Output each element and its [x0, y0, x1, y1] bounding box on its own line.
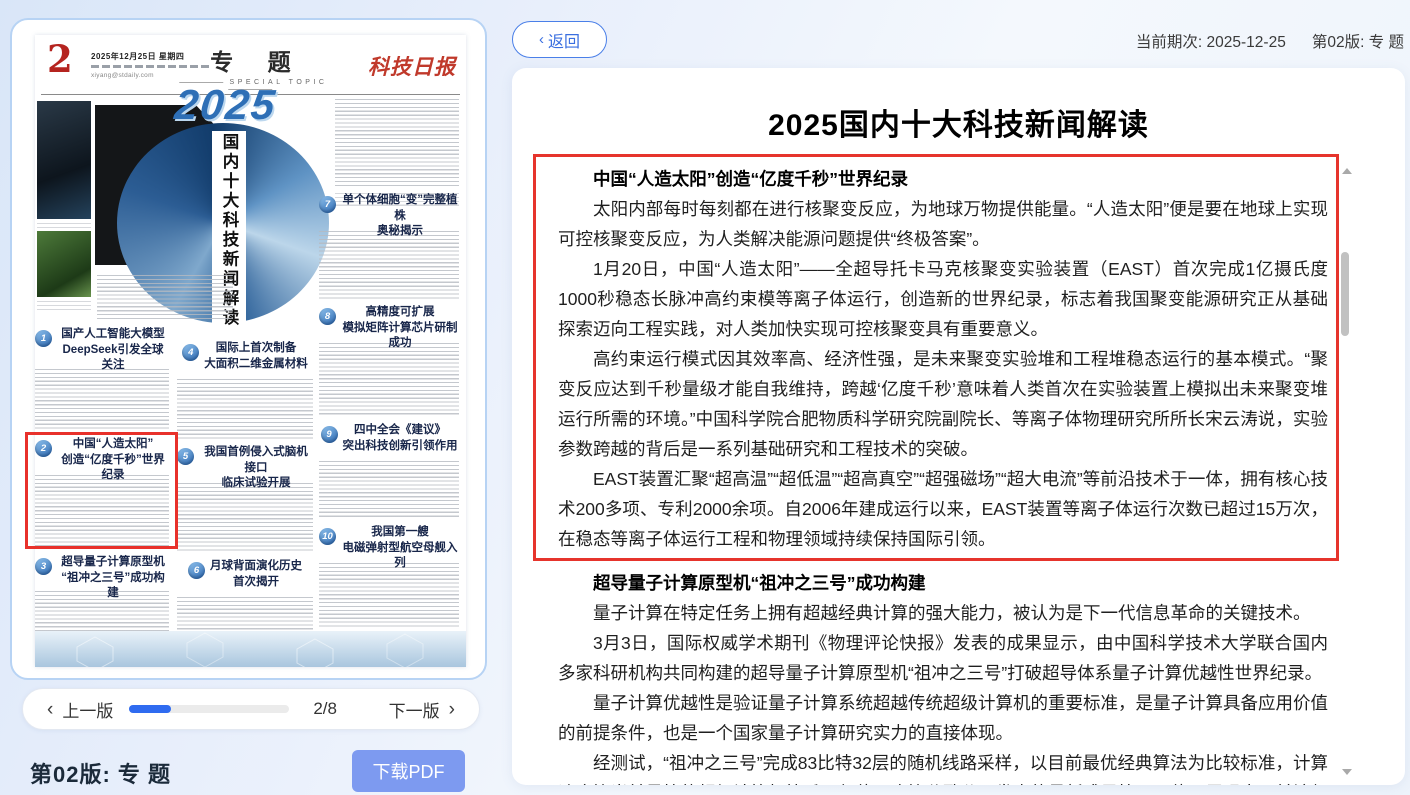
newsprint-text-placeholder [319, 343, 459, 415]
tech-pattern-band [35, 631, 466, 667]
headline-number-badge: 9 [321, 426, 338, 443]
edition-title: 第02版: 专 题 [30, 757, 171, 789]
article-panel: 2025国内十大科技新闻解读 中国“人造太阳”创造“亿度千秒”世界纪录 太阳内部… [512, 68, 1405, 785]
plant-photo [37, 231, 91, 297]
thumb-headline-9[interactable]: 9 四中全会《建议》突出科技创新引领作用 [319, 423, 459, 454]
article-title: 2025国内十大科技新闻解读 [512, 100, 1405, 144]
newspaper-page-scan[interactable]: 2 2025年12月25日 星期四 xiyang@stdaily.com 专 题… [35, 35, 466, 667]
headline-number-badge: 6 [188, 562, 205, 579]
page-progress-fill [129, 705, 171, 713]
headline-number-badge: 10 [319, 528, 336, 545]
chevron-left-icon: ‹ [539, 31, 544, 48]
newsprint-text-placeholder [177, 597, 313, 631]
left-footer: 第02版: 专 题 下载PDF [30, 750, 480, 792]
thumb-headline-4[interactable]: 4 国际上首次制备大面积二维金属材料 [177, 341, 313, 372]
newsprint-text-placeholder [35, 369, 169, 431]
newspaper-thumbnail-card: 2 2025年12月25日 星期四 xiyang@stdaily.com 专 题… [10, 18, 487, 680]
issue-info: 当前期次: 2025-12-25 第02版: 专 题 [1136, 30, 1404, 52]
newspaper-masthead-logo: 科技日报 [368, 51, 456, 81]
headline-number-badge: 5 [177, 448, 194, 465]
newsprint-text-placeholder [177, 483, 313, 553]
newsprint-text-placeholder [319, 461, 459, 519]
thumb-headline-3[interactable]: 3 超导量子计算原型机“祖冲之三号”成功构建 [35, 555, 169, 602]
newsprint-text-placeholder [177, 379, 313, 439]
newsprint-text-placeholder [319, 563, 459, 629]
photo-caption-placeholder [37, 301, 91, 311]
headline-number-badge: 7 [319, 196, 336, 213]
back-button[interactable]: ‹ 返回 [512, 21, 607, 58]
thumb-headline-6[interactable]: 6 月球背面演化历史首次揭开 [177, 559, 313, 590]
feature-year-2025: 2025 [172, 81, 278, 129]
headline-number-badge: 3 [35, 558, 52, 575]
article-highlight-box [533, 154, 1339, 561]
page-background: { "colors": { "accent_blue": "#2f6bf0", … [0, 0, 1410, 795]
thumb-headline-1[interactable]: 1 国产人工智能大模型DeepSeek引发全球关注 [35, 327, 169, 374]
article-paragraph: 量子计算优越性是验证量子计算系统超越传统超级计算机的重要标准，是量子计算具备应用… [558, 688, 1328, 748]
photo-caption-placeholder [37, 223, 91, 229]
article-section-2: 超导量子计算原型机“祖冲之三号”成功构建 量子计算在特定任务上拥有超越经典计算的… [558, 568, 1328, 785]
issue-date-label: 当前期次: 2025-12-25 [1136, 34, 1286, 51]
newspaper-page-number: 2 [47, 41, 73, 78]
scrollbar-down-arrow-icon[interactable] [1342, 769, 1352, 775]
headline-number-badge: 1 [35, 330, 52, 347]
thumb-headline-10[interactable]: 10 我国第一艘电磁弹射型航空母舰入列 [319, 525, 459, 572]
newsprint-text-placeholder [319, 231, 459, 299]
page-progress-track[interactable] [129, 705, 289, 713]
article-paragraph: 量子计算在特定任务上拥有超越经典计算的强大能力，被认为是下一代信息革命的关键技术… [558, 598, 1328, 628]
article-paragraph: 3月3日，国际权威学术期刊《物理评论快报》发表的成果显示，由中国科学技术大学联合… [558, 628, 1328, 688]
thumb-headline-7[interactable]: 7 单个体细胞“变”完整植株奥秘揭示 [319, 193, 459, 240]
chevron-left-icon[interactable]: ‹ [47, 700, 53, 719]
newsprint-text-placeholder [97, 275, 233, 319]
download-pdf-button[interactable]: 下载PDF [352, 750, 465, 792]
page-position-label: 2/8 [313, 699, 337, 719]
article-paragraph: 经测试，“祖冲之三号”完成83比特32层的随机线路采样，以目前最优经典算法为比较… [558, 748, 1328, 785]
prev-page-button[interactable]: 上一版 [62, 697, 113, 722]
article-selection-box [25, 432, 178, 549]
section-heading: 超导量子计算原型机“祖冲之三号”成功构建 [558, 568, 1328, 598]
scrollbar-up-arrow-icon[interactable] [1342, 168, 1352, 174]
scrollbar-thumb[interactable] [1341, 252, 1349, 336]
satellite-photo [37, 101, 91, 219]
next-page-button[interactable]: 下一版 [389, 697, 440, 722]
headline-number-badge: 8 [319, 308, 336, 325]
edition-label: 第02版: 专 题 [1312, 34, 1404, 51]
thumb-headline-5[interactable]: 5 我国首例侵入式脑机接口临床试验开展 [177, 445, 313, 492]
chevron-right-icon[interactable]: › [449, 700, 455, 719]
newsprint-text-placeholder [335, 99, 459, 187]
hexagon-pattern [35, 631, 466, 667]
headline-number-badge: 4 [182, 344, 199, 361]
thumb-headline-8[interactable]: 8 高精度可扩展模拟矩阵计算芯片研制成功 [319, 305, 459, 352]
page-navigation-bar: ‹ 上一版 2/8 下一版 › [22, 688, 480, 730]
